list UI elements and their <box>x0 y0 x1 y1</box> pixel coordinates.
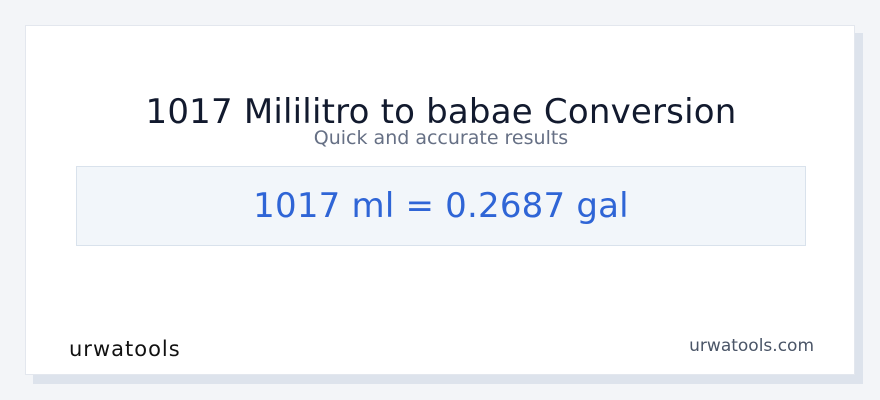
site-domain: urwatools.com <box>689 336 814 356</box>
logo-text: urwatools <box>69 337 181 361</box>
conversion-result: 1017 ml = 0.2687 gal <box>253 186 629 226</box>
page-subtitle: Quick and accurate results <box>313 127 569 149</box>
page-canvas: 1017 Mililitro to babae Conversion Quick… <box>0 0 880 400</box>
conversion-result-box: 1017 ml = 0.2687 gal <box>76 166 806 246</box>
conversion-card: 1017 Mililitro to babae Conversion Quick… <box>25 25 855 375</box>
site-logo: urwatools <box>69 337 181 361</box>
